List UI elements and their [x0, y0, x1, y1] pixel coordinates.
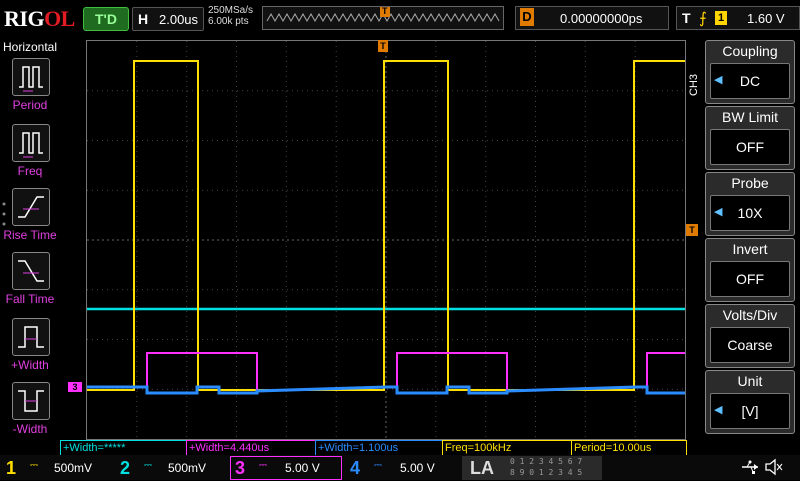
unit-value: [V]	[741, 403, 759, 419]
bw-limit-title: BW Limit	[722, 109, 778, 125]
la-label: LA	[470, 458, 494, 478]
volts-div-title: Volts/Div	[722, 307, 778, 323]
timebase-box[interactable]: H 2.00us	[132, 7, 204, 31]
rise-time-label: Rise Time	[3, 228, 57, 242]
ch2-status[interactable]: 2 ⎓ 500mV	[116, 456, 228, 480]
measure-freq-button[interactable]: Freq	[0, 124, 60, 188]
volts-div-softkey[interactable]: Volts/Div Coarse	[705, 304, 795, 368]
measure-category-title: Horizontal	[3, 40, 58, 54]
horizontal-label: H	[138, 11, 149, 27]
unit-softkey[interactable]: Unit ◀ [V]	[705, 370, 795, 434]
measurement-ch1-period[interactable]: Period=10.00us	[571, 440, 687, 456]
ch4-status[interactable]: 4 ⎓ 5.00 V	[346, 456, 458, 480]
coupling-softkey[interactable]: Coupling ◀ DC	[705, 40, 795, 104]
measure-period-button[interactable]: Period	[0, 58, 60, 122]
delay-value: 0.00000000ps	[560, 11, 643, 26]
ch3-number: 3	[235, 458, 246, 478]
probe-value: 10X	[737, 205, 763, 221]
invert-title: Invert	[732, 241, 768, 257]
fall-time-label: Fall Time	[5, 292, 55, 306]
dc-coupling-icon: ⎓	[259, 460, 267, 471]
positive-width-icon	[12, 318, 50, 356]
measure-menu-panel: Horizontal Period Freq Rise Time Fall Ti…	[0, 38, 60, 438]
frequency-icon	[12, 124, 50, 162]
top-status-bar: RIGOL T'D H 2.00us 250MSa/s 6.00k pts T …	[0, 0, 800, 36]
trigger-level-marker[interactable]: T	[686, 224, 698, 236]
fall-time-icon	[12, 252, 50, 290]
delay-box[interactable]: D 0.00000000ps	[515, 6, 669, 30]
timebase-value: 2.00us	[159, 12, 199, 27]
trigger-position-marker: T	[382, 6, 388, 16]
negative-width-icon	[12, 382, 50, 420]
ch1-status[interactable]: 1 ⎓ 500mV	[2, 456, 114, 480]
logic-analyzer-status[interactable]: LA 0 1 2 3 4 5 6 7 8 9 0 1 2 3 4 5	[462, 456, 602, 480]
measure-positive-width-button[interactable]: +Width	[0, 318, 60, 382]
measurement-ch4-width[interactable]: +Width=1.100us	[315, 440, 443, 456]
measurement-ch1-freq[interactable]: Freq=100kHz	[442, 440, 572, 456]
menu-scroll-indicator[interactable]	[2, 198, 6, 238]
ch3-scale: 5.00 V	[285, 461, 320, 475]
negative-width-label: -Width	[12, 422, 48, 436]
la-bits-row2: 8 9 0 1 2 3 4 5	[510, 468, 583, 477]
measurement-ch3-width[interactable]: +Width=4.440us	[186, 440, 316, 456]
channel-tab: CH3	[688, 73, 700, 96]
invert-value: OFF	[736, 271, 764, 287]
rise-time-icon	[12, 188, 50, 226]
delay-label: D	[520, 8, 534, 26]
trigger-time-marker[interactable]: T	[378, 40, 388, 52]
coupling-value: DC	[739, 73, 761, 89]
probe-title: Probe	[731, 175, 769, 191]
invert-value-box: OFF	[710, 261, 790, 297]
usb-icon	[740, 458, 760, 476]
rising-edge-icon: ⨍	[699, 10, 707, 27]
trigger-label: T	[682, 10, 691, 26]
dc-coupling-icon: ⎓	[374, 460, 382, 471]
freq-label: Freq	[17, 164, 43, 178]
ch2-scale: 500mV	[168, 461, 207, 475]
brand-logo: RIGOL	[4, 6, 75, 31]
bw-limit-value-box: OFF	[710, 129, 790, 165]
probe-softkey[interactable]: Probe ◀ 10X	[705, 172, 795, 236]
invert-softkey[interactable]: Invert OFF	[705, 238, 795, 302]
coupling-title: Coupling	[722, 43, 778, 59]
ch2-number: 2	[120, 458, 131, 478]
trigger-level: 1.60 V	[747, 11, 785, 26]
dc-coupling-icon: ⎓	[30, 460, 38, 471]
unit-title: Unit	[737, 373, 763, 389]
coupling-value-box: ◀ DC	[710, 63, 790, 99]
ch3-ground-marker[interactable]: 3	[68, 382, 82, 392]
measure-negative-width-button[interactable]: -Width	[0, 382, 60, 446]
period-label: Period	[12, 98, 48, 112]
period-icon	[12, 58, 50, 96]
bw-limit-value: OFF	[736, 139, 764, 155]
trigger-box[interactable]: T ⨍ 1 1.60 V	[676, 6, 800, 30]
waveform-display[interactable]	[86, 40, 686, 440]
memory-overview-bar: T	[262, 6, 504, 30]
memory-depth: 6.00k pts	[208, 16, 249, 27]
volts-div-value-box: Coarse	[710, 327, 790, 363]
dc-coupling-icon: ⎓	[144, 460, 152, 471]
measure-rise-time-button[interactable]: Rise Time	[0, 188, 60, 252]
waveform-graticule	[87, 41, 685, 439]
trigger-source: 1	[715, 11, 727, 25]
measurement-ch2-width[interactable]: +Width=*****	[60, 440, 188, 456]
ch1-number: 1	[6, 458, 17, 478]
measure-fall-time-button[interactable]: Fall Time	[0, 252, 60, 316]
ch1-trace	[87, 60, 685, 391]
sample-rate: 250MSa/s	[208, 5, 254, 16]
unit-value-box: ◀ [V]	[710, 393, 790, 429]
acquisition-info: 250MSa/s 6.00k pts	[208, 5, 253, 27]
bw-limit-softkey[interactable]: BW Limit OFF	[705, 106, 795, 170]
run-stop-status[interactable]: T'D	[83, 7, 129, 31]
ch4-number: 4	[350, 458, 361, 478]
ch1-scale: 500mV	[54, 461, 93, 475]
probe-value-box: ◀ 10X	[710, 195, 790, 231]
speaker-muted-icon[interactable]	[764, 458, 784, 476]
ch4-scale: 5.00 V	[400, 461, 435, 475]
ch3-status[interactable]: 3 ⎓ 5.00 V	[230, 456, 342, 480]
volts-div-value: Coarse	[727, 337, 773, 353]
la-bits-row1: 0 1 2 3 4 5 6 7	[510, 457, 583, 466]
positive-width-label: +Width	[11, 358, 49, 372]
